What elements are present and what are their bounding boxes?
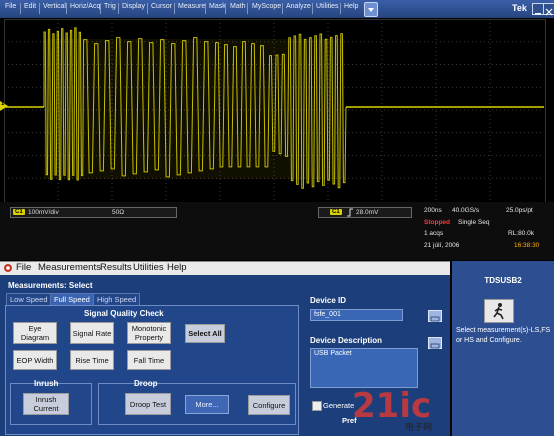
scope-menu-file[interactable]: File [5, 3, 16, 10]
trigger-badge: C1 [330, 209, 342, 215]
trigger-level: 28.0mV [356, 209, 379, 216]
tek-logo: Tek [512, 3, 527, 13]
menu-divider [147, 3, 148, 14]
date: 21 júlí, 2006 [424, 242, 460, 249]
scope-menu-analyze[interactable]: Analyze [286, 3, 311, 10]
horizontal-scale: 200ns [424, 207, 442, 214]
keyboard-icon [430, 343, 440, 349]
watermark-text: 电子网 [405, 422, 433, 432]
run-state: Stopped [424, 219, 450, 226]
device-id-field[interactable]: fsfe_001 [310, 309, 403, 321]
inrush-title: Inrush [34, 379, 59, 388]
select-all-button[interactable]: Select All [185, 324, 225, 343]
menu-divider [205, 3, 206, 14]
monotonic-property-button[interactable]: Monotonic Property [127, 322, 171, 344]
app-menu-measurements[interactable]: Measurements [38, 262, 101, 273]
panel-title: Measurements: Select [8, 281, 93, 290]
side-help-text: Select measurement(s)-LS,FS or HS and Co… [456, 327, 551, 344]
time: 16:38:30 [514, 242, 540, 249]
menu-divider [225, 3, 226, 14]
app-menu-file[interactable]: File [16, 262, 31, 273]
close-button[interactable] [543, 3, 554, 16]
run-button[interactable] [484, 299, 514, 323]
menu-divider [66, 3, 67, 14]
eye-diagram-button[interactable]: Eye Diagram [13, 322, 57, 344]
scope-menu-math[interactable]: Math [230, 3, 246, 10]
app-menu-results[interactable]: Results [100, 262, 132, 273]
side-panel-title: TDSUSB2 [484, 276, 522, 285]
menu-divider [312, 3, 313, 14]
configure-button[interactable]: Configure [248, 395, 290, 415]
acquisition-mode: Single Seq [458, 219, 490, 226]
scope-menu-mask[interactable]: Mask [209, 3, 226, 10]
scope-menu-cursor[interactable]: Cursor [151, 3, 172, 10]
close-icon [545, 8, 553, 16]
ch1-marker-label: 1 [1, 101, 5, 107]
app-menu-utilities[interactable]: Utilities [133, 262, 164, 273]
scope-menu-measure[interactable]: Measure [178, 3, 205, 10]
menu-dropdown-button[interactable] [364, 2, 378, 17]
app-menu-help[interactable]: Help [167, 262, 187, 273]
record-length: RL:80.0k [508, 230, 535, 237]
inrush-current-button[interactable]: Inrush Current [23, 393, 69, 415]
more-button[interactable]: More... [185, 395, 229, 414]
side-panel [452, 261, 554, 436]
scope-menu-trig[interactable]: Trig [104, 3, 116, 10]
menu-divider [174, 3, 175, 14]
menu-divider [247, 3, 248, 14]
device-id-keyboard-button[interactable] [428, 310, 442, 322]
ch1-impedance: 50Ω [112, 209, 125, 216]
device-description-keyboard-button[interactable] [428, 337, 442, 349]
signal-rate-button[interactable]: Signal Rate [70, 322, 114, 344]
generate-checkbox[interactable] [312, 401, 322, 411]
acquisition-count: 1 acqs [424, 230, 444, 237]
waveform-trace [4, 19, 544, 201]
ch1-scale: 100mV/div [28, 209, 59, 216]
menu-divider [20, 3, 21, 14]
rise-time-button[interactable]: Rise Time [70, 350, 114, 370]
generate-label: Generate [323, 401, 355, 410]
rising-edge-icon [347, 208, 353, 217]
chevron-down-icon [368, 8, 374, 12]
scope-menu-help[interactable]: Help [344, 3, 358, 10]
sample-rate: 40.0GS/s [452, 207, 480, 214]
scope-menu-utilities[interactable]: Utilities [316, 3, 339, 10]
minimize-icon [535, 13, 541, 15]
menu-divider [340, 3, 341, 14]
keyboard-icon [430, 316, 440, 322]
menu-divider [39, 3, 40, 14]
device-id-label: Device ID [310, 296, 347, 305]
scope-menu-edit[interactable]: Edit [24, 3, 36, 10]
app-logo-icon [4, 264, 12, 272]
droop-title: Droop [134, 379, 158, 388]
menu-divider [118, 3, 119, 14]
eop-width-button[interactable]: EOP Width [13, 350, 57, 370]
fall-time-button[interactable]: Fall Time [127, 350, 171, 370]
scope-menu-myscope[interactable]: MyScope [252, 3, 281, 10]
ch1-badge: C1 [13, 209, 25, 215]
scope-menu-display[interactable]: Display [122, 3, 145, 10]
signal-quality-title: Signal Quality Check [84, 309, 164, 318]
scope-menu-horiz-acq[interactable]: Horiz/Acq [70, 3, 100, 10]
device-description-label: Device Description [310, 336, 383, 345]
menu-divider [100, 3, 101, 14]
menu-divider [282, 3, 283, 14]
resolution: 25.0ps/pt [506, 207, 533, 214]
scope-menu-vertical[interactable]: Vertical [43, 3, 66, 10]
running-man-icon [493, 303, 504, 320]
droop-test-button[interactable]: Droop Test [125, 393, 171, 415]
device-description-field[interactable]: USB Packet [310, 348, 418, 388]
